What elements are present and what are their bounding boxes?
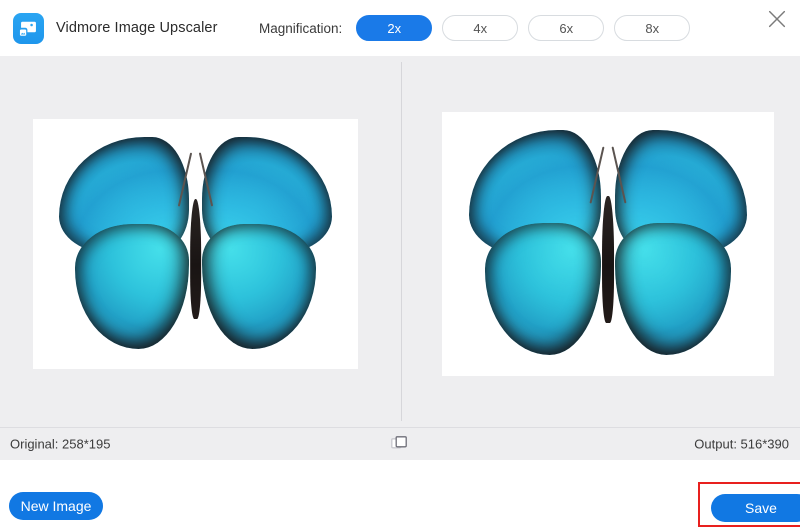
- magnification-option-8x[interactable]: 8x: [614, 15, 690, 41]
- status-bar: Original: 258*195 Output: 516*390: [0, 427, 800, 460]
- vidmore-image-upscaler-window: Vidmore Image Upscaler Magnification: 2x…: [0, 0, 800, 527]
- magnification-control-group: Magnification: 2x 4x 6x 8x: [259, 0, 700, 56]
- footer-bar: New Image: [0, 460, 800, 527]
- preview-area: [0, 56, 800, 427]
- original-image: [33, 119, 358, 369]
- close-icon[interactable]: [760, 2, 794, 36]
- compare-overlay-icon[interactable]: [390, 435, 410, 453]
- original-image-preview: [0, 56, 401, 427]
- save-button[interactable]: Save: [711, 494, 800, 522]
- upscaled-image: [442, 112, 774, 376]
- app-brand: Vidmore Image Upscaler: [13, 13, 218, 44]
- butterfly-illustration: [33, 119, 358, 369]
- magnification-option-4x[interactable]: 4x: [442, 15, 518, 41]
- new-image-button[interactable]: New Image: [9, 492, 103, 520]
- upscaled-image-preview: [402, 56, 800, 427]
- image-photo-icon: [13, 13, 44, 44]
- output-size-label: Output: 516*390: [694, 437, 789, 452]
- butterfly-illustration: [442, 112, 774, 376]
- app-header: Vidmore Image Upscaler Magnification: 2x…: [0, 0, 800, 56]
- magnification-option-2x[interactable]: 2x: [356, 15, 432, 41]
- save-button-highlight: Save: [698, 482, 800, 527]
- original-size-label: Original: 258*195: [10, 437, 110, 452]
- app-title: Vidmore Image Upscaler: [56, 20, 218, 36]
- magnification-label: Magnification:: [259, 21, 342, 36]
- magnification-option-6x[interactable]: 6x: [528, 15, 604, 41]
